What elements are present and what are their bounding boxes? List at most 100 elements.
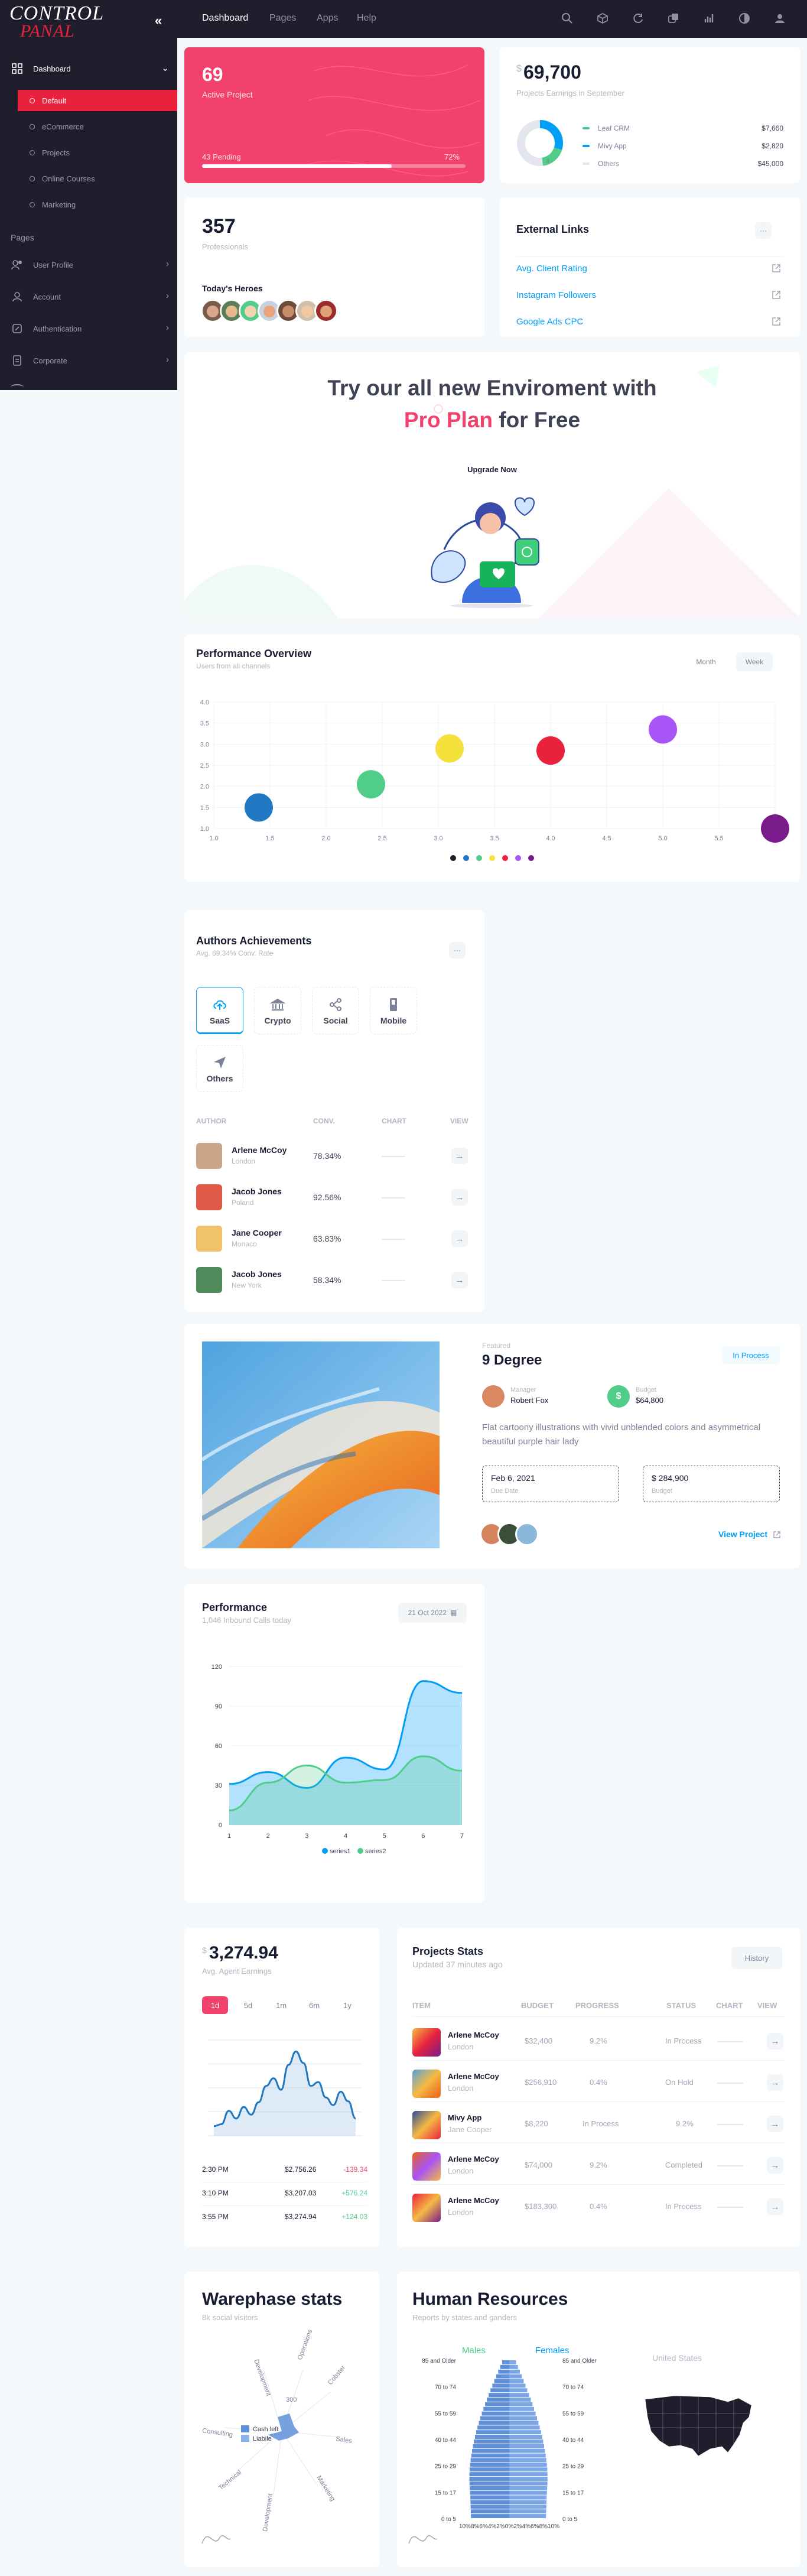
sidebar-item-dashboard[interactable]: Dashboard ⌄ [0, 57, 177, 80]
theme-toggle-icon[interactable] [738, 12, 751, 25]
pyramid-bar-male[interactable] [470, 2458, 509, 2463]
sidebar-subitem-online-courses[interactable]: Online Courses [18, 168, 177, 189]
pyramid-bar-male[interactable] [489, 2393, 509, 2398]
pyramid-bar-female[interactable] [509, 2509, 546, 2514]
pyramid-bar-male[interactable] [475, 2435, 509, 2439]
pyramid-bar-male[interactable] [470, 2500, 509, 2504]
pyramid-bar-male[interactable] [470, 2486, 509, 2490]
pyramid-bar-male[interactable] [474, 2439, 509, 2444]
arrow-right-icon[interactable]: → [451, 1189, 468, 1206]
scatter-point[interactable] [761, 814, 789, 843]
external-link-icon[interactable] [772, 290, 781, 300]
arrow-right-icon[interactable]: → [767, 2074, 783, 2091]
more-options-icon[interactable]: ··· [755, 222, 772, 239]
pyramid-bar-male[interactable] [470, 2495, 509, 2500]
external-link-icon[interactable] [772, 317, 781, 326]
scatter-point[interactable] [536, 736, 565, 765]
pyramid-bar-male[interactable] [471, 2514, 509, 2518]
pyramid-bar-male[interactable] [502, 2360, 509, 2364]
team-avatar[interactable] [515, 1522, 539, 1546]
pyramid-bar-female[interactable] [509, 2453, 546, 2458]
pyramid-bar-female[interactable] [509, 2481, 548, 2486]
pyramid-bar-female[interactable] [509, 2388, 528, 2393]
pyramid-bar-male[interactable] [469, 2467, 509, 2472]
scatter-point[interactable] [245, 793, 273, 822]
legend-dot[interactable] [450, 855, 456, 861]
pyramid-bar-female[interactable] [509, 2439, 544, 2444]
pyramid-bar-female[interactable] [509, 2448, 545, 2453]
arrow-right-icon[interactable]: → [767, 2157, 783, 2174]
history-button[interactable]: History [731, 1947, 782, 1969]
pyramid-bar-female[interactable] [509, 2444, 545, 2448]
topnav-dashboard[interactable]: Dashboard [202, 13, 248, 24]
pyramid-bar-male[interactable] [494, 2379, 509, 2383]
sidebar-subitem-ecommerce[interactable]: eCommerce [18, 116, 177, 137]
avatar[interactable] [314, 299, 338, 323]
pyramid-bar-female[interactable] [509, 2421, 539, 2425]
pyramid-bar-male[interactable] [483, 2406, 509, 2411]
pyramid-bar-female[interactable] [509, 2369, 520, 2374]
legend-dot[interactable] [528, 855, 534, 861]
sidebar-item-authentication[interactable]: Authentication › [0, 317, 177, 340]
search-icon[interactable] [561, 12, 574, 25]
scatter-point[interactable] [357, 770, 385, 799]
pyramid-bar-male[interactable] [481, 2411, 509, 2416]
pyramid-bar-male[interactable] [485, 2402, 509, 2406]
pyramid-bar-female[interactable] [509, 2435, 542, 2439]
bar-chart-icon[interactable] [702, 12, 715, 25]
pyramid-bar-female[interactable] [509, 2486, 548, 2490]
arrow-right-icon[interactable]: → [767, 2198, 783, 2215]
pyramid-bar-male[interactable] [492, 2383, 509, 2388]
pyramid-bar-female[interactable] [509, 2416, 538, 2421]
refresh-icon[interactable] [632, 12, 645, 25]
arrow-right-icon[interactable]: → [767, 2116, 783, 2132]
pyramid-bar-female[interactable] [509, 2402, 533, 2406]
pyramid-bar-male[interactable] [473, 2444, 509, 2448]
box-icon[interactable] [596, 12, 609, 25]
pyramid-bar-female[interactable] [509, 2406, 534, 2411]
pyramid-bar-male[interactable] [477, 2425, 509, 2430]
tab-crypto[interactable]: Crypto [254, 987, 301, 1034]
pyramid-bar-male[interactable] [476, 2430, 509, 2435]
pyramid-bar-male[interactable] [469, 2472, 509, 2477]
pyramid-bar-female[interactable] [509, 2463, 547, 2467]
pyramid-bar-male[interactable] [470, 2509, 509, 2514]
pyramid-bar-female[interactable] [509, 2374, 522, 2379]
link-instagram-followers[interactable]: Instagram Followers [516, 290, 596, 300]
pyramid-bar-female[interactable] [509, 2364, 518, 2369]
sidebar-subitem-marketing[interactable]: Marketing [18, 194, 177, 215]
tab-saas[interactable]: SaaS [196, 987, 243, 1034]
pyramid-bar-female[interactable] [509, 2495, 547, 2500]
pyramid-bar-male[interactable] [487, 2398, 509, 2402]
pyramid-bar-female[interactable] [509, 2477, 548, 2481]
pyramid-bar-male[interactable] [496, 2374, 509, 2379]
pyramid-bar-female[interactable] [509, 2411, 536, 2416]
topnav-help[interactable]: Help [357, 13, 376, 24]
sidebar-item-account[interactable]: Account › [0, 285, 177, 308]
arrow-right-icon[interactable]: → [451, 1230, 468, 1247]
sidebar-item-user-profile[interactable]: User Profile › [0, 253, 177, 277]
tab-others[interactable]: Others [196, 1045, 243, 1092]
external-link-icon[interactable] [772, 264, 781, 273]
pyramid-bar-female[interactable] [509, 2430, 541, 2435]
pyramid-bar-female[interactable] [509, 2379, 524, 2383]
sidebar-subitem-projects[interactable]: Projects [18, 142, 177, 163]
pyramid-bar-male[interactable] [470, 2490, 509, 2495]
pyramid-bar-female[interactable] [509, 2383, 526, 2388]
external-link-icon[interactable] [773, 1531, 781, 1539]
more-options-icon[interactable]: ··· [449, 942, 466, 959]
pyramid-bar-female[interactable] [509, 2514, 546, 2518]
legend-dot[interactable] [476, 855, 482, 861]
pyramid-bar-female[interactable] [509, 2398, 531, 2402]
scatter-point[interactable] [649, 715, 677, 744]
pyramid-bar-female[interactable] [509, 2360, 516, 2364]
pyramid-bar-male[interactable] [498, 2369, 509, 2374]
view-project-link[interactable]: View Project [718, 1529, 767, 1539]
legend-dot[interactable] [515, 855, 521, 861]
arrow-right-icon[interactable]: → [451, 1148, 468, 1164]
sidebar-subitem-default[interactable]: Default [18, 90, 177, 111]
tab-mobile[interactable]: Mobile [370, 987, 417, 1034]
pyramid-bar-male[interactable] [470, 2504, 509, 2509]
upgrade-now-button[interactable]: Upgrade Now [463, 460, 521, 479]
legend-dot[interactable] [463, 855, 469, 861]
